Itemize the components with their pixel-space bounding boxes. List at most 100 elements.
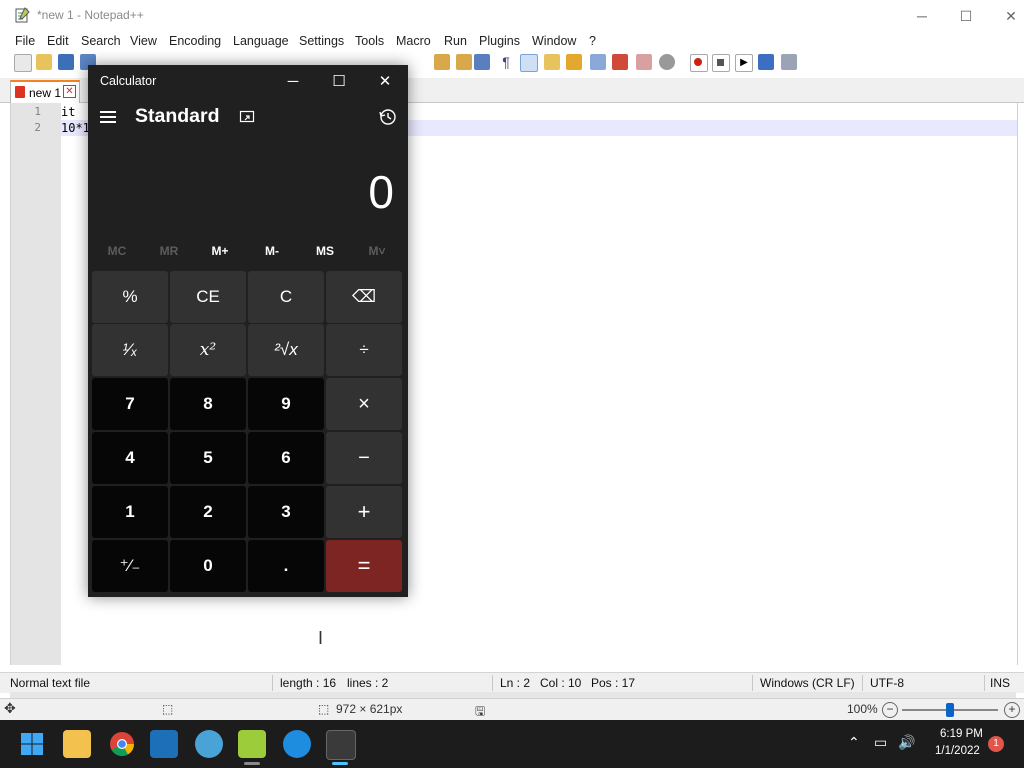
backspace-button[interactable]: ⌫ [326, 271, 402, 323]
negate-button[interactable]: ⁺⁄₋ [92, 540, 168, 592]
doc-map-icon[interactable] [544, 54, 560, 70]
word-wrap-icon[interactable] [474, 54, 490, 70]
notepad-plus-plus-icon[interactable] [238, 730, 266, 758]
menu-view[interactable]: View [130, 34, 157, 48]
menu-settings[interactable]: Settings [299, 34, 344, 48]
hamburger-menu-icon[interactable] [100, 111, 116, 123]
percent-button[interactable]: % [92, 271, 168, 323]
calculator-taskbar-icon[interactable] [326, 730, 356, 760]
menu-search[interactable]: Search [81, 34, 121, 48]
notification-badge[interactable]: 1 [988, 736, 1004, 752]
digit-8-button[interactable]: 8 [170, 378, 246, 430]
history-icon[interactable] [378, 107, 398, 127]
start-button-icon[interactable] [20, 732, 44, 756]
clear-entry-button[interactable]: CE [170, 271, 246, 323]
show-all-chars-icon[interactable]: ¶ [498, 54, 514, 70]
calc-maximize-button[interactable]: ☐ [321, 69, 357, 95]
save-icon[interactable] [58, 54, 74, 70]
clock-date[interactable]: 1/1/2022 [935, 745, 980, 757]
reciprocal-button[interactable]: ¹⁄ₓ [92, 324, 168, 376]
zoom-slider-thumb[interactable] [946, 703, 954, 717]
menu-edit[interactable]: Edit [47, 34, 69, 48]
memory-recall-button[interactable]: MR [143, 244, 195, 258]
menu-encoding[interactable]: Encoding [169, 34, 221, 48]
chrome-icon[interactable] [108, 730, 136, 758]
monitoring-icon[interactable] [612, 54, 628, 70]
keep-on-top-icon[interactable] [239, 109, 255, 125]
store-icon[interactable] [150, 730, 178, 758]
volume-icon[interactable]: 🔊 [898, 734, 915, 751]
digit-9-button[interactable]: 9 [248, 378, 324, 430]
panel-icon[interactable] [636, 54, 652, 70]
digit-5-button[interactable]: 5 [170, 432, 246, 484]
stop-macro-icon[interactable] [712, 54, 730, 72]
close-button[interactable]: ✕ [1001, 6, 1021, 26]
status-divider [272, 675, 273, 691]
divide-button[interactable]: ÷ [326, 324, 402, 376]
menu-window[interactable]: Window [532, 34, 576, 48]
folder-workspace-icon[interactable] [590, 54, 606, 70]
square-button[interactable]: x² [170, 324, 246, 376]
multiply-button[interactable]: × [326, 378, 402, 430]
function-list-icon[interactable] [566, 54, 582, 70]
indent-icon[interactable] [520, 54, 538, 72]
clear-button[interactable]: C [248, 271, 324, 323]
memory-list-button[interactable]: M˅ [351, 244, 403, 258]
dimensions-label: 972 × 621px [336, 702, 403, 716]
add-button[interactable]: + [326, 486, 402, 538]
run-macro-multiple-icon[interactable] [758, 54, 774, 70]
digit-0-button[interactable]: 0 [170, 540, 246, 592]
zoom-out-icon[interactable]: − [882, 702, 898, 718]
clock-time[interactable]: 6:19 PM [940, 728, 983, 740]
menu-tools[interactable]: Tools [355, 34, 384, 48]
memory-subtract-button[interactable]: M- [246, 244, 298, 258]
selection-icon: ⬚ [162, 702, 174, 716]
digit-3-button[interactable]: 3 [248, 486, 324, 538]
menu-macro[interactable]: Macro [396, 34, 431, 48]
running-indicator [244, 762, 260, 765]
maximize-button[interactable]: ☐ [956, 6, 976, 26]
square-root-button[interactable]: ²√x [248, 324, 324, 376]
menu-run[interactable]: Run [444, 34, 467, 48]
tab-close-icon[interactable]: ✕ [63, 85, 76, 98]
digit-7-button[interactable]: 7 [92, 378, 168, 430]
encoding-status[interactable]: UTF-8 [870, 676, 904, 690]
save-macro-icon[interactable] [781, 54, 797, 70]
new-file-icon[interactable] [14, 54, 32, 72]
record-dim-icon[interactable] [659, 54, 675, 70]
menu-bar: File Edit Search View Encoding Language … [0, 32, 1024, 52]
memory-clear-button[interactable]: MC [91, 244, 143, 258]
wrap-icon[interactable] [434, 54, 450, 70]
network-app-icon[interactable] [195, 730, 223, 758]
digit-6-button[interactable]: 6 [248, 432, 324, 484]
tab-new-1[interactable]: new 1 ✕ [10, 80, 80, 103]
open-file-icon[interactable] [36, 54, 52, 70]
edge-icon[interactable] [283, 730, 311, 758]
digit-1-button[interactable]: 1 [92, 486, 168, 538]
menu-language[interactable]: Language [233, 34, 289, 48]
decimal-button[interactable]: . [248, 540, 324, 592]
play-macro-icon[interactable]: ▶ [735, 54, 753, 72]
equals-button[interactable]: = [326, 540, 402, 592]
menu-file[interactable]: File [15, 34, 35, 48]
chevron-up-icon[interactable]: ⌃ [848, 734, 860, 751]
minimize-button[interactable]: ─ [912, 6, 932, 26]
calc-minimize-button[interactable]: ─ [275, 69, 311, 95]
digit-2-button[interactable]: 2 [170, 486, 246, 538]
line-number: 2 [34, 121, 41, 134]
menu-plugins[interactable]: Plugins [479, 34, 520, 48]
zoom-in-icon[interactable]: + [1004, 702, 1020, 718]
digit-4-button[interactable]: 4 [92, 432, 168, 484]
indent-guide-icon[interactable] [456, 54, 472, 70]
subtract-button[interactable]: − [326, 432, 402, 484]
memory-add-button[interactable]: M+ [194, 244, 246, 258]
memory-store-button[interactable]: MS [299, 244, 351, 258]
calculator-mode: Standard [135, 105, 220, 127]
network-icon[interactable]: ▭ [874, 734, 887, 751]
file-explorer-icon[interactable] [63, 730, 91, 758]
calc-close-button[interactable]: ✕ [367, 69, 403, 95]
viewer-status-bar: ✥ ⬚ ⬚ 972 × 621px 🖫 100% − + [0, 698, 1024, 721]
menu-help[interactable]: ? [589, 34, 596, 48]
eol-status[interactable]: Windows (CR LF) [760, 676, 855, 690]
record-macro-icon[interactable] [690, 54, 708, 72]
